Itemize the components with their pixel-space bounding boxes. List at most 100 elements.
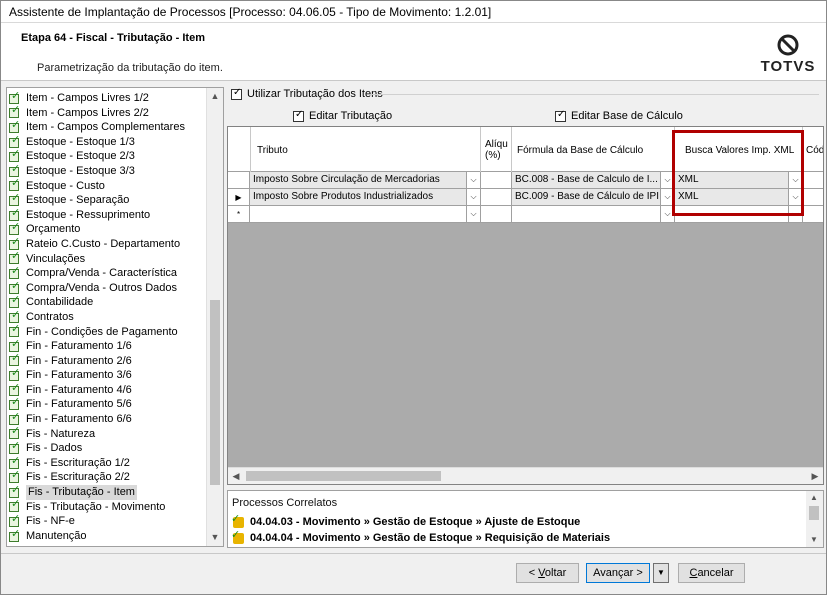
row-header[interactable] [228,172,250,189]
chevron-down-icon[interactable]: ⌵ [788,172,802,188]
tree-scroll-thumb[interactable] [210,300,220,485]
edit-base-checkbox[interactable]: Editar Base de Cálculo [555,109,683,122]
tree-item-label: Estoque - Estoque 1/3 [26,135,135,148]
tributo-cell[interactable]: Imposto Sobre Circulação de Mercadorias ⌵ [250,172,481,189]
cancel-button[interactable]: Cancelar [678,563,745,583]
aliquota-cell[interactable] [481,206,512,223]
formula-cell[interactable]: BC.008 - Base de Calculo de I... ⌵ [512,172,675,189]
aliquota-cell[interactable] [481,172,512,189]
tree-item[interactable]: ✓ Estoque - Estoque 2/3 [9,149,207,164]
tree-item[interactable]: ✓ Fis - Tributação - Item [9,483,207,500]
tree-item[interactable]: ✓ Fis - Tributação - Movimento [9,499,207,515]
tree-item[interactable]: ✓ Estoque - Ressuprimento [9,207,207,223]
scroll-up-icon[interactable]: ▲ [806,491,822,505]
step-description: Parametrização da tributação do item. [37,62,223,74]
tree-item[interactable]: ✓ Compra/Venda - Característica [9,264,207,281]
use-item-taxation-checkbox[interactable]: Utilizar Tributação dos Itens [231,87,383,100]
chevron-down-icon[interactable]: ⌵ [660,206,674,222]
tree-item[interactable]: ✓ Compra/Venda - Outros Dados [9,280,207,296]
chevron-down-icon[interactable]: ⌵ [788,206,802,222]
scroll-left-icon[interactable]: ◀ [228,468,244,484]
check-status-icon: ✓ [9,221,21,236]
aliquota-cell[interactable] [481,189,512,206]
row-header[interactable]: * [228,206,250,223]
scroll-down-icon[interactable]: ▼ [806,533,822,547]
next-button[interactable]: Avançar > [586,563,650,583]
tree-item[interactable]: ✓ Vinculações [9,251,207,267]
tree-item[interactable]: ✓ Estoque - Estoque 1/3 [9,134,207,150]
tree-item[interactable]: ✓ Orçamento [9,222,207,237]
related-scrollbar[interactable]: ▲ ▼ [806,491,823,547]
grid-horizontal-scrollbar[interactable]: ◀ ▶ [228,467,823,484]
table-row[interactable]: * ⌵ ⌵ ⌵ [228,206,823,223]
col-aliquota[interactable]: Alíqu (%) [481,127,512,172]
tree-item[interactable]: ✓ Item - Campos Livres 2/2 [9,105,207,121]
back-button[interactable]: < Voltar [516,563,579,583]
chevron-down-icon[interactable]: ⌵ [466,206,480,222]
tree-scrollbar[interactable]: ▲ ▼ [206,88,223,546]
tree-item[interactable]: ✓ Fis - Natureza [9,426,207,442]
tree-item[interactable]: ✓ Estoque - Estoque 3/3 [9,163,207,179]
tree-item[interactable]: ✓ Fis - Dados [9,441,207,456]
row-header[interactable]: ▶ [228,189,250,206]
col-tributo[interactable]: Tributo [251,127,481,172]
tree-item-label: Compra/Venda - Outros Dados [26,281,178,294]
tree-item[interactable]: ✓ Estoque - Separação [9,192,207,208]
chevron-down-icon[interactable]: ⌵ [788,189,802,205]
cod-cell[interactable] [803,172,823,189]
tributo-cell[interactable]: Imposto Sobre Produtos Industrializados ⌵ [250,189,481,206]
tree-item[interactable]: ✓ Fin - Condições de Pagamento [9,324,207,340]
tree-item[interactable]: ✓ Fin - Faturamento 2/6 [9,353,207,369]
edit-taxation-checkbox[interactable]: Editar Tributação [293,109,392,122]
chevron-down-icon[interactable]: ⌵ [466,189,480,205]
chevron-down-icon[interactable]: ⌵ [466,172,480,188]
scroll-right-icon[interactable]: ▶ [807,468,823,484]
col-cod[interactable]: Cód [803,127,823,172]
next-dropdown-button[interactable]: ▼ [653,563,669,583]
tree-item[interactable]: ✓ Fin - Faturamento 1/6 [9,338,207,354]
tree-item[interactable]: ✓ Fin - Faturamento 4/6 [9,382,207,398]
tree-item-label: Fis - Natureza [26,427,96,440]
tree-item[interactable]: ✓ Fin - Faturamento 5/6 [9,397,207,412]
col-busca-xml[interactable]: Busca Valores Imp. XML [675,127,803,172]
checkbox-checked-icon [555,109,566,122]
col-formula[interactable]: Fórmula da Base de Cálculo [512,127,675,172]
cod-cell[interactable] [803,206,823,223]
scroll-up-icon[interactable]: ▲ [207,88,223,105]
check-status-icon: ✓ [9,264,21,279]
tree-item[interactable]: ✓ Fin - Faturamento 3/6 [9,368,207,383]
table-row[interactable]: Imposto Sobre Circulação de Mercadorias ⌵… [228,172,823,189]
chevron-down-icon[interactable]: ⌵ [660,172,674,188]
busca-xml-cell[interactable]: XML ⌵ [675,189,803,206]
formula-cell[interactable]: BC.009 - Base de Cálculo de IPI ⌵ [512,189,675,206]
tree-item[interactable]: ✓ Estoque - Custo [9,178,207,194]
chevron-down-icon[interactable]: ⌵ [660,189,674,205]
tree-item[interactable]: ✓ Manutenção [9,528,207,544]
tree-item-label: Fin - Condições de Pagamento [26,325,178,338]
check-status-icon: ✓ [9,235,21,250]
tree-item[interactable]: ✓ Contabilidade [9,295,207,310]
scroll-down-icon[interactable]: ▼ [207,529,223,546]
cod-cell[interactable] [803,189,823,206]
tree-item[interactable]: ✓ Contratos [9,309,207,325]
tree-item[interactable]: ✓ Fis - Escrituração 1/2 [9,455,207,471]
tree-item[interactable]: ✓ Fin - Faturamento 6/6 [9,411,207,427]
related-process-link[interactable]: ✓ 04.04.04 - Movimento » Gestão de Estoqu… [231,529,610,545]
tree-item[interactable]: ✓ Fis - NF-e [9,514,207,529]
busca-xml-cell[interactable]: XML ⌵ [675,172,803,189]
table-row[interactable]: ▶ Imposto Sobre Produtos Industrializados… [228,189,823,206]
check-status-icon: ✓ [9,148,21,163]
check-status-icon: ✓ [9,483,21,498]
related-process-link[interactable]: ✓ 04.04.03 - Movimento » Gestão de Estoqu… [231,513,580,529]
busca-xml-cell[interactable]: ⌵ [675,206,803,223]
tree-item[interactable]: ✓ Item - Campos Livres 1/2 [9,90,207,106]
formula-cell[interactable]: ⌵ [512,206,675,223]
grid-scroll-thumb[interactable] [246,471,441,481]
tree-item[interactable]: ✓ Item - Campos Complementares [9,119,207,135]
tributo-cell[interactable]: ⌵ [250,206,481,223]
related-title: Processos Correlatos [232,497,338,509]
tree-item[interactable]: ✓ Rateio C.Custo - Departamento [9,235,207,252]
related-scroll-thumb[interactable] [809,506,819,520]
tributo-cell-value: Imposto Sobre Circulação de Mercadorias [253,174,440,185]
tree-item[interactable]: ✓ Fis - Escrituração 2/2 [9,470,207,485]
